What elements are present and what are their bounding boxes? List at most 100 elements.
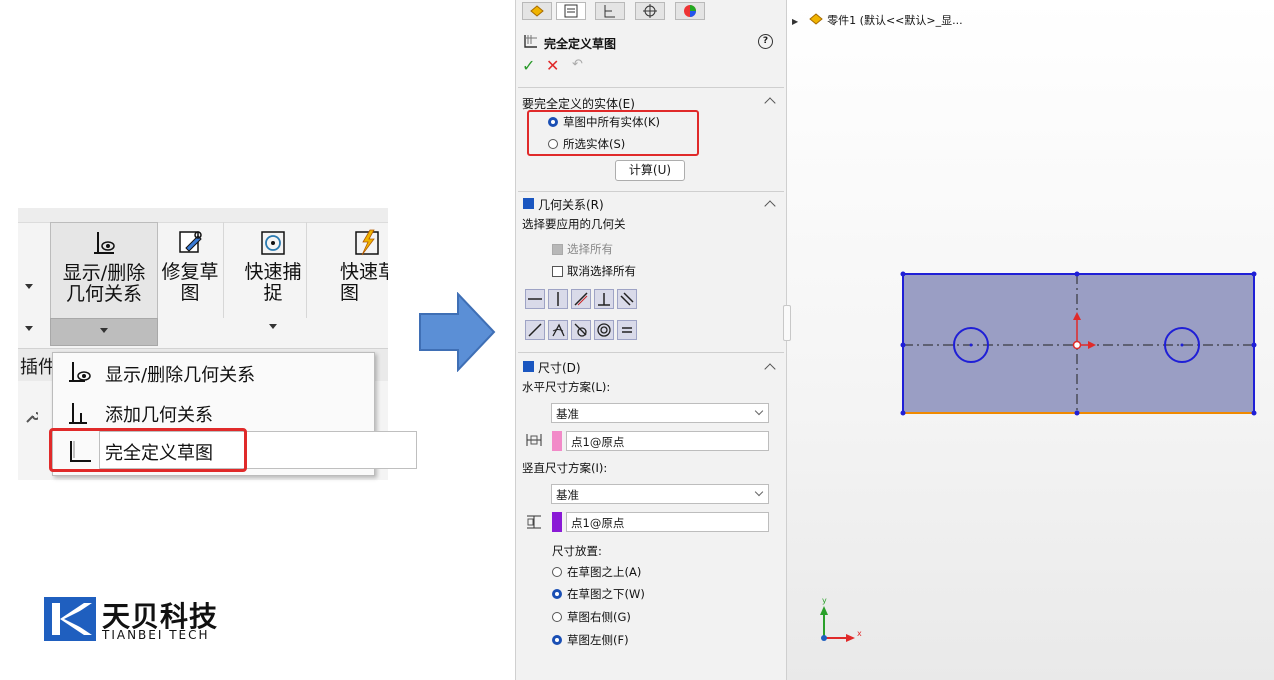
chevron-down-icon[interactable] <box>25 326 33 331</box>
horizontal-dimension-icon <box>526 434 542 446</box>
vertical-relation-button[interactable] <box>548 289 568 309</box>
deselect-all-checkbox[interactable] <box>552 266 563 277</box>
horizontal-icon <box>528 298 542 300</box>
button-label: 显示/删除 <box>62 262 146 284</box>
equal-relation-button[interactable] <box>617 320 637 340</box>
button-label: 几何关系 <box>65 283 142 305</box>
collinear-relation-button[interactable] <box>571 289 591 309</box>
tab-plugins[interactable]: 插件 <box>20 353 56 379</box>
button-label: 图 <box>340 282 360 304</box>
radio-left-of-sketch[interactable] <box>552 635 562 645</box>
property-manager-panel: 完全定义草图 ? ✓ ✕ ↶ 要完全定义的实体(E) 草图中所有实体(K) 所选… <box>515 0 786 680</box>
company-logo: 天贝科技 TIANBEI TECH <box>44 595 244 645</box>
divider <box>518 352 784 353</box>
list-icon <box>564 4 578 18</box>
field-value: 点1@原点 <box>571 435 625 449</box>
tab-configuration-manager[interactable] <box>595 2 625 20</box>
chevron-down-icon <box>100 328 108 333</box>
tab-display-manager[interactable] <box>675 2 705 20</box>
manager-tabs <box>516 0 786 22</box>
radio-below-sketch[interactable] <box>552 589 562 599</box>
equal-icon <box>622 327 632 333</box>
button-label: 修复草 <box>161 261 219 283</box>
page-title: 完全定义草图 <box>544 37 617 51</box>
chevron-down-icon[interactable] <box>25 284 33 289</box>
circle-center-point[interactable] <box>1180 343 1184 347</box>
horizontal-relation-button[interactable] <box>525 289 545 309</box>
perpendicular-relation-button[interactable] <box>594 289 614 309</box>
menu-item-show-delete-relations[interactable]: 显示/删除几何关系 <box>53 353 374 391</box>
angle-line-button[interactable] <box>525 320 545 340</box>
select-value: 基准 <box>556 407 579 421</box>
quick-snap-button[interactable]: 快速捕 捉 <box>240 222 307 329</box>
config-icon <box>604 5 615 18</box>
section-title-relations: 几何关系(R) <box>538 198 604 212</box>
highlight-box <box>49 428 247 472</box>
h-origin-field[interactable]: 点1@原点 <box>566 431 769 451</box>
axis-x-label: x <box>857 629 862 638</box>
tab-property-manager[interactable] <box>556 2 586 20</box>
diagonal-icon <box>528 323 542 337</box>
ribbon-top-edge <box>18 208 388 223</box>
h-scheme-label: 水平尺寸方案(L): <box>522 380 611 394</box>
radio-label: 草图右侧(G) <box>567 610 631 624</box>
quick-sketch-icon <box>355 229 379 256</box>
show-delete-dropdown-toggle[interactable] <box>50 318 158 346</box>
tianbei-logo-icon <box>44 597 96 641</box>
h-color-swatch <box>552 431 562 451</box>
wrench-icon <box>24 410 40 424</box>
chevron-up-icon[interactable] <box>764 97 776 109</box>
radio-right-of-sketch[interactable] <box>552 612 562 622</box>
v-scheme-label: 竖直尺寸方案(I): <box>522 461 608 475</box>
fully-define-sketch-icon <box>524 35 537 48</box>
tangent-line-button[interactable] <box>548 320 568 340</box>
ok-check-icon[interactable]: ✓ <box>522 56 535 75</box>
quick-sketch-button[interactable]: 快速草 图 <box>334 222 388 318</box>
arrow-right-icon <box>419 292 496 372</box>
tab-dimxpert[interactable] <box>635 2 665 20</box>
highlight-box <box>527 110 699 156</box>
angle-icon <box>552 323 565 337</box>
parallel-relation-button[interactable] <box>617 289 637 309</box>
vertical-icon <box>557 292 559 306</box>
crosshair-icon <box>643 4 657 18</box>
menu-item-add-relation[interactable]: 添加几何关系 <box>53 393 374 431</box>
chevron-down-icon <box>754 406 764 416</box>
show-delete-relations-button[interactable]: 显示/删除 几何关系 <box>50 222 158 320</box>
v-scheme-select[interactable]: 基准 <box>551 484 769 504</box>
chevron-down-icon[interactable] <box>269 324 277 329</box>
concentric-icon <box>597 323 611 337</box>
quick-snap-icon <box>261 231 285 255</box>
dimensions-checkbox[interactable] <box>523 361 534 372</box>
concentric-relation-button[interactable] <box>594 320 614 340</box>
h-scheme-select[interactable]: 基准 <box>551 403 769 423</box>
circle-center-point[interactable] <box>969 343 973 347</box>
button-label: 快速草 <box>340 261 388 283</box>
v-color-swatch <box>552 512 562 532</box>
chevron-up-icon[interactable] <box>764 363 776 375</box>
button-label: 图 <box>180 282 200 304</box>
button-label: 快速捕 <box>244 261 302 283</box>
radio-label: 在草图之下(W) <box>567 587 645 601</box>
repair-sketch-icon <box>179 231 202 253</box>
cancel-x-icon[interactable]: ✕ <box>546 56 559 75</box>
help-icon[interactable]: ? <box>758 34 773 49</box>
add-relation-icon <box>69 403 87 424</box>
divider <box>518 191 784 192</box>
undo-icon[interactable]: ↶ <box>572 57 583 72</box>
calculate-button[interactable]: 计算(U) <box>615 160 685 181</box>
radio-label: 在草图之上(A) <box>567 565 642 579</box>
chevron-up-icon[interactable] <box>764 200 776 212</box>
relations-checkbox[interactable] <box>523 198 534 209</box>
sketch-canvas[interactable]: y x <box>786 0 1274 680</box>
tangent-relation-button[interactable] <box>571 320 591 340</box>
relations-prompt: 选择要应用的几何关 <box>522 217 626 231</box>
tab-feature-manager[interactable] <box>522 2 552 20</box>
triad-axes-icon <box>820 606 855 642</box>
v-origin-field[interactable]: 点1@原点 <box>566 512 769 532</box>
repair-sketch-button[interactable]: 修复草 图 <box>157 222 224 318</box>
checkbox-label: 选择所有 <box>567 242 613 256</box>
radio-above-sketch[interactable] <box>552 567 562 577</box>
checkbox-label: 取消选择所有 <box>567 264 636 278</box>
menu-item-label: 添加几何关系 <box>105 405 213 426</box>
